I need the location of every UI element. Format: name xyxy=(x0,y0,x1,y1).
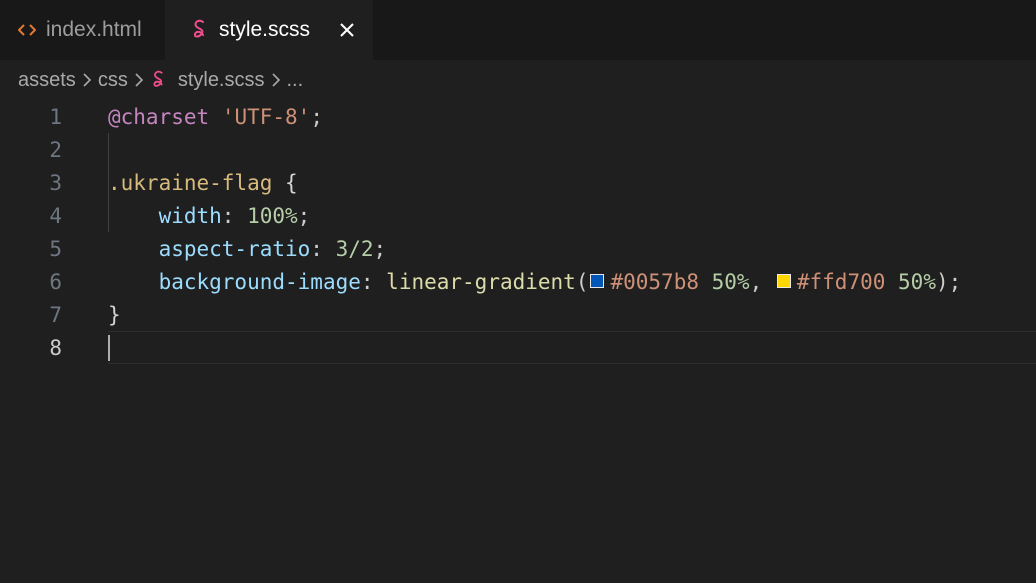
at-rule: @charset xyxy=(108,104,210,129)
breadcrumb-file[interactable]: style.scss xyxy=(178,69,265,92)
open-brace: { xyxy=(272,170,298,195)
value: 3/2 xyxy=(335,236,374,261)
semicolon: ; xyxy=(310,104,323,129)
line-number: 6 xyxy=(49,269,62,294)
code-line[interactable]: 3 .ukraine-flag { xyxy=(0,166,1036,199)
hex-color: #0057b8 xyxy=(610,269,699,294)
code-line[interactable]: 6 background-image: linear-gradient( #005… xyxy=(0,265,1036,298)
line-number: 8 xyxy=(49,335,62,360)
line-number: 3 xyxy=(49,170,62,195)
line-number: 1 xyxy=(49,104,62,129)
line-number: 2 xyxy=(49,137,62,162)
code-line[interactable]: 2 xyxy=(0,133,1036,166)
code-text: @charset 'UTF-8'; xyxy=(108,105,323,129)
code-line[interactable]: 1 @charset 'UTF-8'; xyxy=(0,100,1036,133)
paren: ( xyxy=(575,269,589,294)
code-text: } xyxy=(108,303,121,327)
breadcrumb: assets css style.scss ... xyxy=(0,60,1036,100)
breadcrumb-folder-css[interactable]: css xyxy=(98,69,128,92)
percent: 50% xyxy=(885,269,936,294)
tab-bar: index.html style.scss xyxy=(0,0,1036,60)
close-paren: ); xyxy=(935,269,962,294)
code-text: width: 100%; xyxy=(108,203,311,228)
close-brace: } xyxy=(108,302,121,327)
semicolon: ; xyxy=(297,203,311,228)
code-line[interactable]: 7 } xyxy=(0,298,1036,331)
chevron-right-icon xyxy=(128,72,150,88)
tab-index-html[interactable]: index.html xyxy=(0,0,165,60)
tab-label: style.scss xyxy=(219,18,311,41)
property: aspect-ratio xyxy=(158,236,311,261)
current-line[interactable]: 8 xyxy=(49,331,1036,364)
line-number: 7 xyxy=(49,302,62,327)
code-editor[interactable]: 1 @charset 'UTF-8'; 2 3 .ukraine-flag { … xyxy=(0,100,1036,364)
property: width xyxy=(158,203,222,228)
code-text: background-image: linear-gradient( #0057b… xyxy=(108,269,962,294)
code-line[interactable]: 5 aspect-ratio: 3/2; xyxy=(0,232,1036,265)
code-text: aspect-ratio: 3/2; xyxy=(108,236,387,261)
tab-style-scss[interactable]: style.scss xyxy=(165,0,373,60)
function: linear-gradient xyxy=(386,269,576,294)
color-swatch[interactable] xyxy=(590,274,605,288)
chevron-right-icon xyxy=(76,72,98,88)
hex-color: #ffd700 xyxy=(796,269,886,294)
text-cursor xyxy=(108,334,110,361)
tab-label: index.html xyxy=(46,18,142,41)
line-number: 4 xyxy=(49,203,62,228)
value: 100% xyxy=(247,203,298,228)
close-icon[interactable] xyxy=(335,18,359,42)
comma: , xyxy=(749,269,775,294)
code-text xyxy=(108,334,110,361)
line-number: 5 xyxy=(49,236,62,261)
breadcrumb-more[interactable]: ... xyxy=(287,69,304,92)
code-line[interactable]: 4 width: 100%; xyxy=(0,199,1036,232)
colon: : xyxy=(221,203,248,228)
percent: 50% xyxy=(699,269,750,294)
property: background-image xyxy=(158,269,361,294)
color-swatch[interactable] xyxy=(776,274,791,288)
sass-icon xyxy=(150,70,174,90)
sass-icon xyxy=(189,19,211,41)
code-text: .ukraine-flag { xyxy=(108,171,298,195)
colon: : xyxy=(310,236,336,261)
selector: .ukraine-flag xyxy=(108,170,273,195)
chevron-right-icon xyxy=(265,72,287,88)
string: 'UTF-8' xyxy=(221,104,311,129)
breadcrumb-folder-assets[interactable]: assets xyxy=(18,69,76,92)
html-code-icon xyxy=(16,23,38,37)
semicolon: ; xyxy=(373,236,387,261)
colon: : xyxy=(360,269,387,294)
